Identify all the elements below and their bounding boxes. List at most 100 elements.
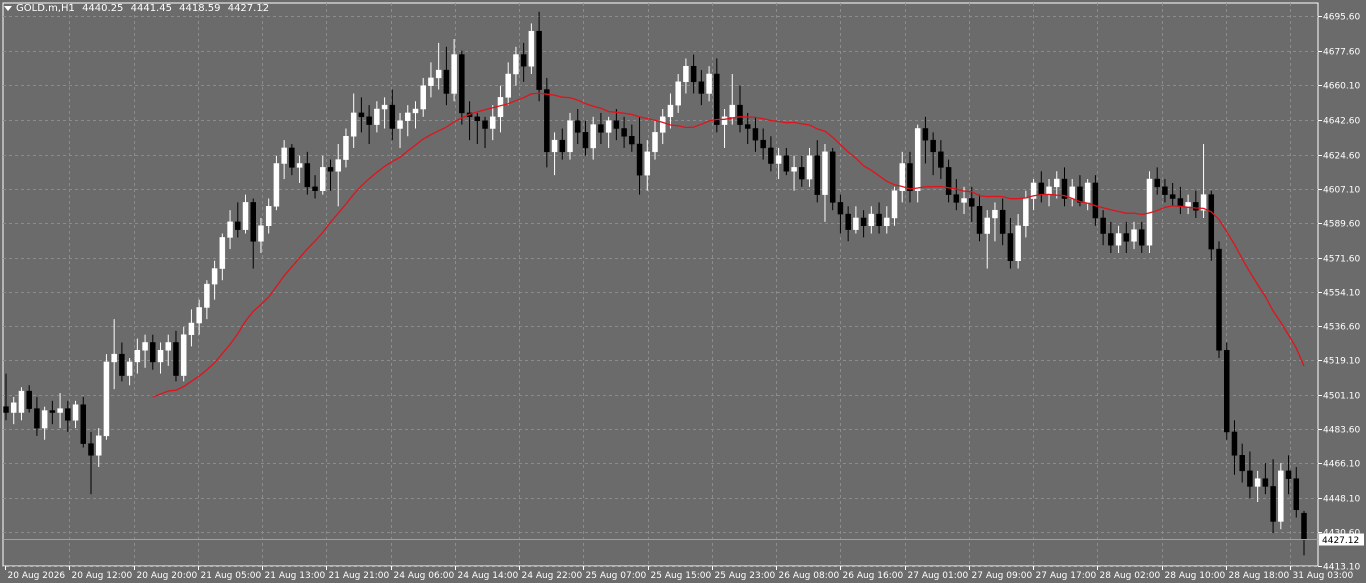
candle-body [706, 73, 712, 94]
candle-body [41, 410, 48, 429]
candle-body [350, 112, 357, 137]
candle-body [760, 139, 766, 149]
y-tick-label: 4624.60 [1323, 152, 1360, 162]
candle-body [412, 108, 419, 114]
plot-frame [2, 2, 1319, 567]
candle-body [953, 194, 960, 203]
candle-body [675, 81, 681, 106]
candle-body [822, 151, 828, 195]
candle-body [227, 221, 233, 238]
candle-body [536, 30, 542, 90]
x-tick-label: 20 Aug 2026 [8, 571, 66, 581]
x-tick-label: 28 Aug 18:00 [1229, 571, 1290, 581]
candle-body [1162, 186, 1168, 195]
candle-body [884, 217, 890, 226]
candle-body [1154, 178, 1160, 188]
candle-body [18, 390, 25, 413]
candle-body [598, 124, 604, 133]
candle-body [1177, 198, 1184, 207]
candle-body [482, 120, 488, 129]
candle-body [559, 139, 566, 153]
candle-body [544, 89, 550, 153]
candle-body [312, 186, 318, 191]
candle-body [119, 353, 125, 376]
candle-body [914, 128, 921, 191]
y-tick-label: 4554.10 [1323, 289, 1360, 299]
candle-body [1254, 478, 1261, 487]
candle-body [265, 206, 272, 226]
candle-body [273, 163, 280, 207]
candle-body [451, 54, 457, 94]
y-tick-label: 4607.10 [1323, 186, 1360, 196]
candle-body [1169, 194, 1176, 199]
x-tick-label: 28 Aug 10:00 [1165, 571, 1226, 581]
candle-body [582, 132, 589, 149]
candle-body [389, 104, 396, 129]
candle-body [327, 167, 334, 172]
candle-body [690, 65, 697, 83]
candle-body [1007, 233, 1014, 262]
candle-body [381, 104, 388, 110]
x-tick-label: 25 Aug 23:00 [715, 571, 776, 581]
candle-body [528, 30, 535, 67]
candle-body [567, 120, 573, 153]
candle-body [853, 217, 859, 230]
candle-body [752, 128, 759, 141]
candle-body [814, 155, 820, 195]
x-tick-label: 27 Aug 17:00 [1036, 571, 1097, 581]
candle-body [783, 155, 790, 172]
x-tick-label: 28 Aug 02:00 [1100, 571, 1161, 581]
candle-body [1239, 455, 1245, 472]
candle-body [613, 120, 620, 129]
price-chart[interactable]: 4695.60 4677.60 4660.10 4642.60 4624.60 4607.… [0, 0, 1366, 583]
candle-body [180, 334, 187, 376]
y-tick-label: 4677.60 [1323, 48, 1360, 58]
candle-body [497, 97, 504, 118]
candle-body [459, 54, 465, 114]
candle-body [1054, 178, 1060, 188]
candle-body [443, 69, 450, 94]
x-tick-label: 21 Aug 13:00 [265, 571, 326, 581]
candle-body [1115, 233, 1122, 246]
candle-body [258, 225, 264, 242]
candle-body [219, 237, 226, 269]
candle-body [1278, 470, 1284, 522]
y-tick-label: 4571.60 [1323, 255, 1360, 265]
candle-body [1262, 478, 1269, 487]
candle-body [683, 65, 689, 83]
candle-body [605, 120, 612, 133]
candle-body [659, 116, 666, 133]
candle-body [799, 167, 805, 180]
candle-body [698, 81, 705, 94]
candle-body [281, 147, 287, 164]
y-tick-label: 4642.60 [1323, 117, 1360, 127]
candle-body [250, 202, 256, 242]
y-tick-label: 4660.10 [1323, 82, 1360, 92]
x-tick-label: 21 Aug 05:00 [201, 571, 262, 581]
candle-body [405, 112, 411, 121]
candle-body [49, 410, 56, 413]
candle-body [26, 390, 32, 409]
candle-body [142, 342, 148, 351]
candle-body [744, 124, 751, 129]
candle-body [667, 104, 674, 118]
candle-body [474, 116, 481, 121]
y-tick-label: 4519.10 [1323, 357, 1360, 367]
candle-body [629, 136, 635, 145]
symbol-label: GOLD.m,H1 [16, 3, 75, 14]
x-tick-label: 25 Aug 07:00 [586, 571, 647, 581]
candle-body [335, 159, 341, 172]
y-tick-label: 4448.10 [1323, 495, 1360, 505]
candle-body [126, 361, 133, 376]
x-tick-label: 24 Aug 22:00 [522, 571, 583, 581]
candle-body [374, 108, 380, 125]
candle-body [652, 132, 658, 153]
x-tick-label: 21 Aug 21:00 [329, 571, 390, 581]
candle-body [343, 136, 349, 160]
collapse-triangle-icon[interactable] [4, 5, 12, 11]
current-price-label: 4427.12 [1322, 536, 1359, 546]
candle-body [574, 120, 581, 133]
candle-body [714, 73, 720, 125]
candle-body [1046, 186, 1052, 195]
candle-body [976, 206, 983, 234]
